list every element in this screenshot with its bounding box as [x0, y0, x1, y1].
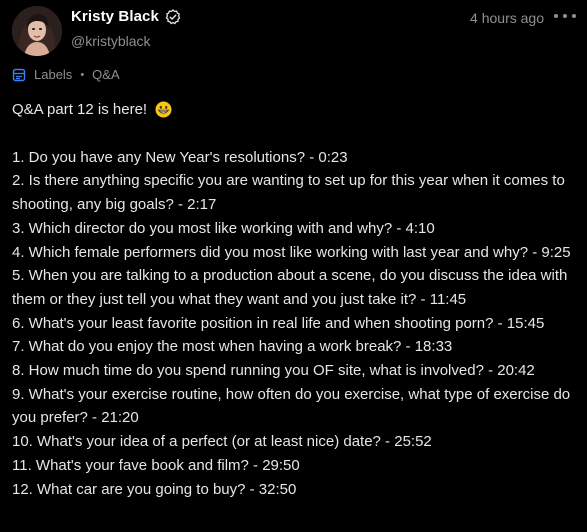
- question-item: 3. Which director do you most like worki…: [12, 219, 435, 237]
- question-item: 10. What's your idea of a perfect (or at…: [12, 433, 432, 451]
- verified-badge-icon: [165, 8, 181, 25]
- separator-dot: •: [80, 68, 85, 81]
- labels-link[interactable]: Labels: [34, 67, 72, 82]
- labels-icon: [12, 68, 26, 82]
- post-body: Q&A part 12 is here! 1. Do you have any …: [12, 98, 582, 501]
- question-list: 1. Do you have any New Year's resolution…: [12, 146, 582, 502]
- question-item: 6. What's your least favorite position i…: [12, 314, 545, 332]
- question-item: 7. What do you enjoy the most when havin…: [12, 338, 453, 356]
- question-item: 2. Is there anything specific you are wa…: [12, 172, 565, 214]
- avatar[interactable]: [12, 6, 62, 56]
- more-options-icon[interactable]: [554, 8, 576, 24]
- question-item: 8. How much time do you spend running yo…: [12, 362, 535, 380]
- author-name-row: Kristy Black: [71, 8, 181, 25]
- question-item: 4. Which female performers did you most …: [12, 243, 571, 261]
- grinning-face-icon: [155, 101, 172, 118]
- more-dot: [563, 14, 567, 18]
- question-item: 11. What's your fave book and film? - 29…: [12, 456, 300, 474]
- question-item: 9. What's your exercise routine, how oft…: [12, 385, 571, 427]
- author-handle[interactable]: @kristyblack: [71, 33, 151, 49]
- question-item: 12. What car are you going to buy? - 32:…: [12, 480, 297, 498]
- more-dot: [554, 14, 558, 18]
- post-card: Kristy Black @kristyblack 4 hours ago La…: [0, 0, 587, 532]
- question-item: 5. When you are talking to a production …: [12, 267, 568, 308]
- post-timestamp[interactable]: 4 hours ago: [470, 10, 544, 26]
- author-display-name[interactable]: Kristy Black: [71, 8, 159, 25]
- label-tag-qa[interactable]: Q&A: [92, 67, 119, 82]
- labels-row: Labels • Q&A: [12, 67, 120, 82]
- post-title: Q&A part 12 is here!: [12, 101, 148, 118]
- post-title-line: Q&A part 12 is here!: [12, 98, 582, 122]
- question-item: 1. Do you have any New Year's resolution…: [12, 148, 348, 166]
- avatar-image: [12, 6, 62, 56]
- more-dot: [572, 14, 576, 18]
